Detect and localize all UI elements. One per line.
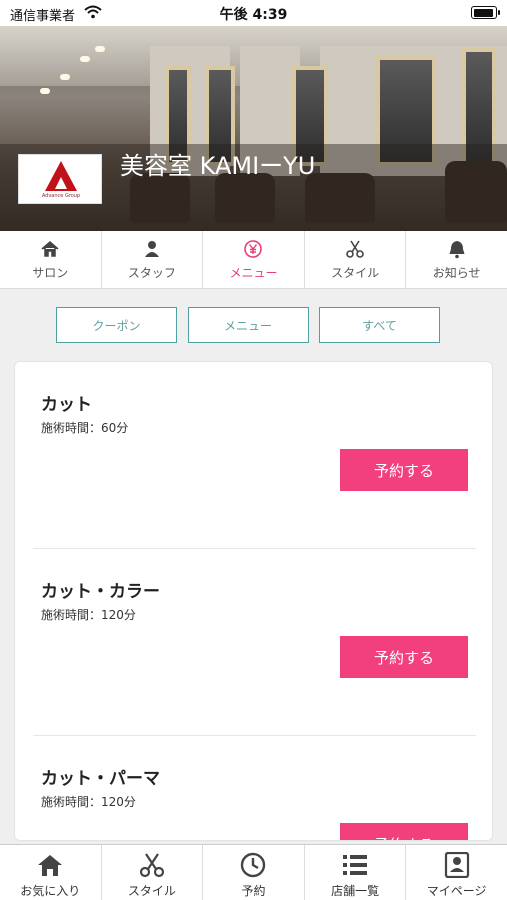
person-icon <box>144 240 159 257</box>
book-button[interactable]: 予約する <box>340 449 468 491</box>
menu-item-name: カット <box>41 395 92 415</box>
tab-label: サロン <box>32 265 69 280</box>
nav-favorites[interactable]: お気に入り <box>0 845 102 900</box>
scissors-icon <box>346 240 364 258</box>
tab-label: スタイル <box>331 265 380 280</box>
menu-filter-group: クーポン メニュー すべて <box>56 307 440 343</box>
profile-icon <box>444 852 469 878</box>
status-bar: 通信事業者 午後 4:39 <box>0 0 507 26</box>
nav-mypage[interactable]: マイページ <box>406 845 507 900</box>
nav-label: 予約 <box>241 884 266 898</box>
menu-item-duration: 施術時間：120分 <box>41 795 136 809</box>
menu-item: カット・パーマ 施術時間：120分 予約する <box>15 736 492 840</box>
book-button[interactable]: 予約する <box>340 823 468 840</box>
menu-item-duration: 施術時間：120分 <box>41 608 136 622</box>
bottom-nav-bar: お気に入り スタイル 予約 店舗一覧 マイページ <box>0 844 507 900</box>
filter-menu-button[interactable]: メニュー <box>187 307 309 343</box>
nav-style[interactable]: スタイル <box>102 845 204 900</box>
nav-label: 店舗一覧 <box>331 884 380 898</box>
book-button[interactable]: 予約する <box>340 636 468 678</box>
tab-label: メニュー <box>229 265 278 280</box>
tab-salon[interactable]: サロン <box>0 231 102 288</box>
tab-staff[interactable]: スタッフ <box>102 231 204 288</box>
nav-label: お気に入り <box>20 884 81 898</box>
nav-label: スタイル <box>127 884 176 898</box>
nav-reservation[interactable]: 予約 <box>203 845 305 900</box>
category-tab-bar: サロン スタッフ メニュー スタイル お知らせ <box>0 231 507 289</box>
nav-label: マイページ <box>426 884 487 898</box>
home-icon <box>41 240 59 257</box>
home-icon <box>38 855 63 876</box>
list-icon <box>343 855 368 875</box>
filter-coupon-button[interactable]: クーポン <box>56 307 177 343</box>
menu-list-card: カット 施術時間：60分 予約する カット・カラー 施術時間：120分 予約する… <box>14 361 493 841</box>
salon-hero-banner: Advance Group 美容室 KAMIーYU <box>0 26 507 231</box>
tab-menu[interactable]: メニュー <box>203 231 305 288</box>
menu-item-name: カット・パーマ <box>41 769 160 789</box>
filter-all-button[interactable]: すべて <box>319 307 440 343</box>
nav-store-list[interactable]: 店舗一覧 <box>305 845 407 900</box>
tab-label: お知らせ <box>432 265 481 280</box>
clock-icon <box>241 852 266 878</box>
clock-time: 午後 4:39 <box>219 7 288 23</box>
menu-item: カット 施術時間：60分 予約する <box>15 362 492 549</box>
tab-news[interactable]: お知らせ <box>406 231 507 288</box>
battery-icon <box>471 6 500 19</box>
menu-item: カット・カラー 施術時間：120分 予約する <box>15 549 492 736</box>
menu-item-duration: 施術時間：60分 <box>41 421 129 435</box>
bell-icon <box>449 240 465 258</box>
menu-item-name: カット・カラー <box>41 582 160 602</box>
tab-label: スタッフ <box>127 265 176 280</box>
salon-logo: Advance Group <box>18 154 102 204</box>
shop-name: 美容室 KAMIーYU <box>120 152 316 180</box>
tab-style[interactable]: スタイル <box>305 231 407 288</box>
scissors-icon <box>139 853 164 878</box>
yen-icon <box>244 239 263 258</box>
